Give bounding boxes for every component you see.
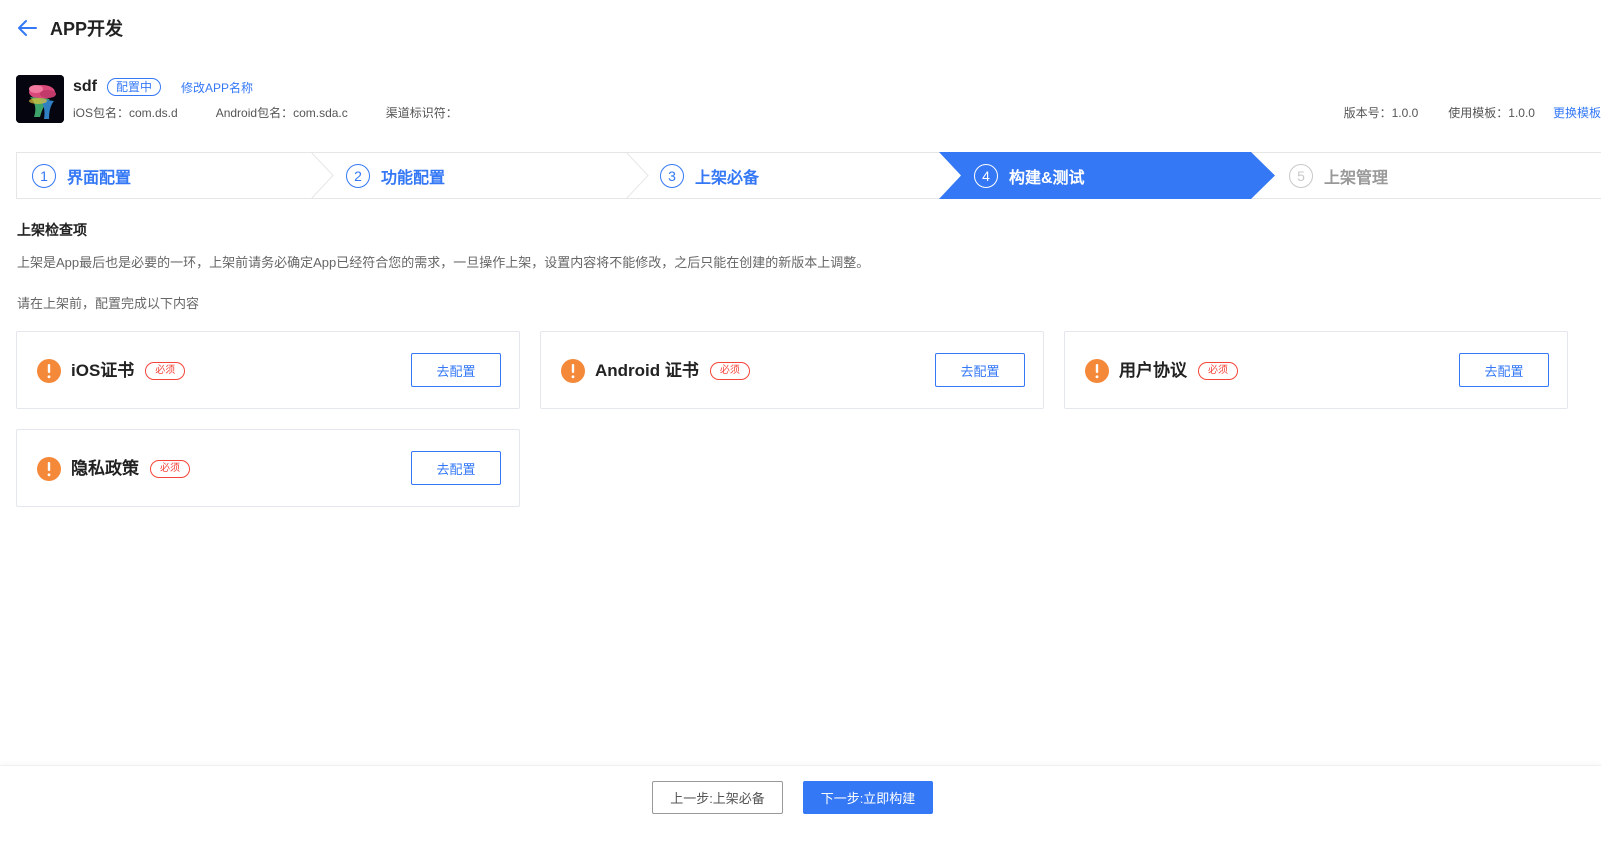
checklist-card-user-agreement: 用户协议 必须 去配置	[1064, 331, 1568, 409]
item-name: 用户协议	[1119, 361, 1187, 380]
step-label: 上架管理	[1324, 169, 1389, 187]
rename-app-link[interactable]: 修改APP名称	[181, 79, 253, 96]
step-2[interactable]: 2 功能配置	[346, 153, 445, 198]
package-info: iOS包名：com.ds.d Android包名：com.sda.c 渠道标识符…	[73, 104, 496, 121]
step-5[interactable]: 5 上架管理	[1289, 153, 1388, 198]
item-name: iOS证书	[71, 361, 135, 380]
step-number: 4	[974, 163, 998, 188]
page-header: APP开发	[16, 14, 123, 42]
ios-package: iOS包名：com.ds.d	[73, 106, 178, 120]
channel-id: 渠道标识符：	[385, 106, 458, 120]
status-badge: 配置中	[107, 78, 162, 96]
configure-button[interactable]: 去配置	[935, 353, 1025, 387]
checklist-item-title: iOS证书 必须	[71, 359, 186, 383]
step-separator	[626, 152, 649, 199]
required-badge: 必须	[1198, 362, 1238, 380]
step-label: 构建&测试	[1009, 169, 1085, 187]
step-progress-bar: 1 界面配置 2 功能配置 3 上架必备 4 构建&测试 5 上架管理	[16, 152, 1601, 199]
step-1[interactable]: 1 界面配置	[32, 153, 131, 198]
section-description: 上架是App最后也是必要的一环，上架前请务必确定App已经符合您的需求，一旦操作…	[17, 255, 870, 270]
required-badge: 必须	[709, 362, 750, 380]
step-separator	[311, 152, 334, 199]
change-template-link[interactable]: 更换模板	[1553, 104, 1601, 121]
back-arrow-icon[interactable]	[16, 17, 38, 39]
checklist-card-ios-cert: iOS证书 必须 去配置	[16, 331, 520, 409]
app-icon	[16, 75, 64, 123]
version-number: 版本号：1.0.0	[1343, 106, 1419, 120]
section-hint: 请在上架前，配置完成以下内容	[17, 296, 200, 311]
step-number: 3	[660, 163, 684, 188]
template-version: 使用模板：1.0.0	[1448, 106, 1535, 120]
item-name: 隐私政策	[71, 459, 139, 478]
step-label: 功能配置	[381, 169, 446, 187]
next-step-button[interactable]: 下一步:立即构建	[803, 781, 933, 814]
app-name-row: sdf 配置中 修改APP名称	[73, 76, 253, 98]
page-title: APP开发	[50, 19, 124, 39]
step-number: 2	[346, 163, 370, 188]
version-info: 版本号：1.0.0 使用模板：1.0.0 更换模板	[1314, 104, 1601, 121]
step-number: 1	[32, 163, 56, 188]
checklist-card-privacy-policy: 隐私政策 必须 去配置	[16, 429, 520, 507]
required-badge: 必须	[145, 362, 186, 380]
configure-button[interactable]: 去配置	[411, 353, 501, 387]
checklist-item-title: 隐私政策 必须	[71, 457, 190, 481]
step-number: 5	[1289, 163, 1313, 188]
step-label: 上架必备	[695, 169, 760, 187]
footer-bar: 上一步:上架必备 下一步:立即构建	[0, 765, 1601, 841]
previous-step-button[interactable]: 上一步:上架必备	[652, 781, 783, 814]
warning-icon	[37, 457, 61, 481]
step-3[interactable]: 3 上架必备	[660, 153, 759, 198]
app-info: sdf 配置中 修改APP名称 iOS包名：com.ds.d Android包名…	[16, 75, 1601, 125]
required-badge: 必须	[150, 460, 190, 478]
warning-icon	[1085, 359, 1109, 383]
checklist-item-title: Android 证书 必须	[595, 359, 750, 383]
warning-icon	[561, 359, 585, 383]
item-name: Android 证书	[595, 361, 699, 380]
step-4[interactable]: 4 构建&测试	[974, 153, 1085, 198]
checklist-item-title: 用户协议 必须	[1119, 359, 1238, 383]
app-name: sdf	[73, 78, 97, 95]
configure-button[interactable]: 去配置	[1459, 353, 1549, 387]
section-title: 上架检查项	[17, 222, 87, 238]
configure-button[interactable]: 去配置	[411, 451, 501, 485]
warning-icon	[37, 359, 61, 383]
step-label: 界面配置	[67, 169, 132, 187]
checklist-card-android-cert: Android 证书 必须 去配置	[540, 331, 1044, 409]
android-package: Android包名：com.sda.c	[215, 106, 348, 120]
